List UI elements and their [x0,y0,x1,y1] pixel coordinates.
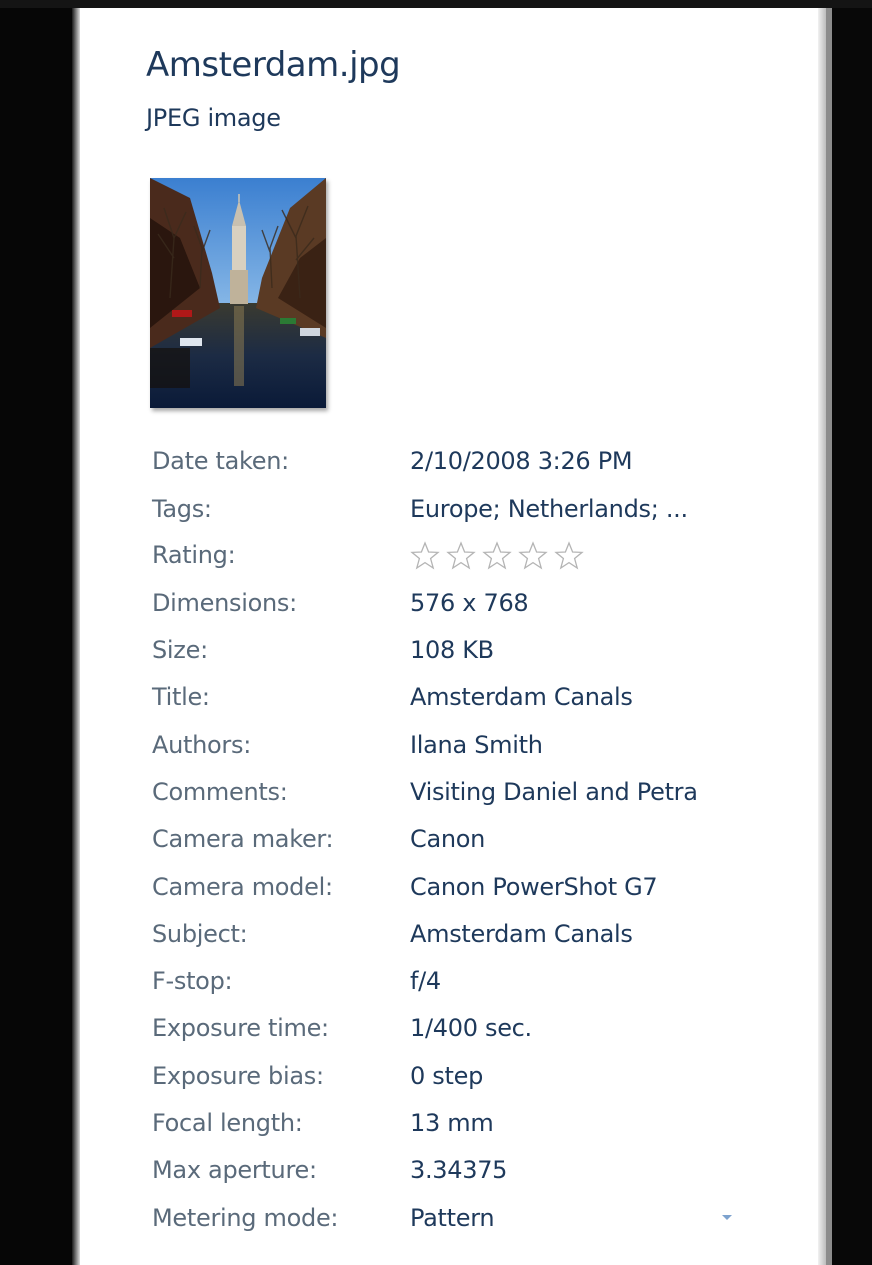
star-icon[interactable] [410,541,440,571]
photo-thumbnail[interactable] [150,178,326,408]
file-type: JPEG image [146,104,281,132]
property-row-focal-length: Focal length: 13 mm [152,1109,752,1149]
property-value: 13 mm [410,1109,494,1137]
window-top-border [0,0,872,8]
star-icon[interactable] [518,541,548,571]
property-row-dimensions: Dimensions: 576 x 768 [152,589,752,629]
property-label: Authors: [152,731,251,759]
star-icon[interactable] [482,541,512,571]
property-value[interactable]: Visiting Daniel and Petra [410,778,698,806]
property-value: 108 KB [410,636,494,664]
property-label: Comments: [152,778,288,806]
property-value[interactable]: Canon PowerShot G7 [410,873,658,901]
photo-thumbnail-image [150,178,326,408]
property-value: 1/400 sec. [410,1014,532,1042]
property-label: Size: [152,636,208,664]
property-label: F-stop: [152,967,233,995]
property-value[interactable]: Amsterdam Canals [410,920,633,948]
property-row-size: Size: 108 KB [152,636,752,676]
property-row-camera-maker: Camera maker: Canon [152,825,752,865]
property-label: Camera maker: [152,825,334,853]
property-row-rating: Rating: [152,541,752,581]
rating-stars[interactable] [410,541,584,575]
property-label: Tags: [152,495,212,523]
property-label: Dimensions: [152,589,297,617]
property-row-tags: Tags: Europe; Netherlands; ... [152,495,752,535]
property-value[interactable]: Ilana Smith [410,731,543,759]
property-label: Date taken: [152,447,289,475]
property-row-authors: Authors: Ilana Smith [152,731,752,771]
property-value: f/4 [410,967,441,995]
property-value[interactable]: Europe; Netherlands; ... [410,495,688,523]
property-row-metering-mode: Metering mode: Pattern [152,1204,752,1244]
property-value[interactable]: 2/10/2008 3:26 PM [410,447,633,475]
star-icon[interactable] [554,541,584,571]
left-panel-border [72,8,80,1265]
property-value[interactable]: Canon [410,825,485,853]
property-label: Exposure bias: [152,1062,324,1090]
property-label: Subject: [152,920,248,948]
file-name: Amsterdam.jpg [146,45,401,85]
property-label: Title: [152,683,210,711]
property-row-date-taken: Date taken: 2/10/2008 3:26 PM [152,447,752,487]
property-row-exposure-bias: Exposure bias: 0 step [152,1062,752,1102]
property-label: Exposure time: [152,1014,329,1042]
property-row-f-stop: F-stop: f/4 [152,967,752,1007]
property-label: Max aperture: [152,1156,317,1184]
property-value: 576 x 768 [410,589,529,617]
property-label: Rating: [152,541,236,569]
property-value: 0 step [410,1062,484,1090]
property-value: Pattern [410,1204,495,1232]
property-label: Camera model: [152,873,333,901]
property-value[interactable]: Amsterdam Canals [410,683,633,711]
property-row-subject: Subject: Amsterdam Canals [152,920,752,960]
property-value: 3.34375 [410,1156,508,1184]
property-row-exposure-time: Exposure time: 1/400 sec. [152,1014,752,1054]
right-window-edge [832,8,872,1265]
property-row-camera-model: Camera model: Canon PowerShot G7 [152,873,752,913]
property-label: Metering mode: [152,1204,339,1232]
star-icon[interactable] [446,541,476,571]
property-row-title: Title: Amsterdam Canals [152,683,752,723]
property-row-max-aperture: Max aperture: 3.34375 [152,1156,752,1196]
property-label: Focal length: [152,1109,303,1137]
right-panel-border [818,8,826,1265]
property-row-comments: Comments: Visiting Daniel and Petra [152,778,752,818]
expand-more-arrow-icon[interactable] [722,1215,732,1220]
left-window-edge [0,8,72,1265]
